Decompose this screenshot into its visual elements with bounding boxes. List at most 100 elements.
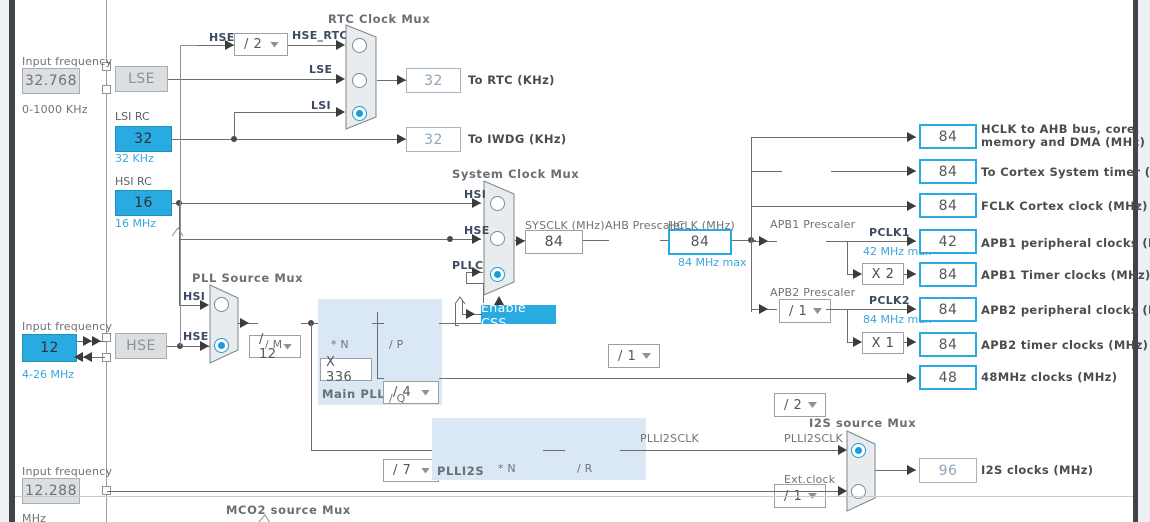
plli2s-n-label: * N bbox=[498, 462, 516, 475]
arrow-hse-in-a bbox=[83, 336, 92, 346]
wire-hclk-to-ahbbus bbox=[751, 137, 916, 138]
arrow-css-in bbox=[466, 309, 475, 319]
plli2s-r-label: / R bbox=[577, 462, 593, 475]
wire-div2-to-rtcmux bbox=[288, 45, 336, 46]
i2s-input-frequency-range: MHz bbox=[22, 512, 47, 522]
arrow-apb2-presc bbox=[759, 304, 768, 314]
arrow-lse-rtcmux bbox=[336, 74, 345, 84]
i2s-input-frequency-field[interactable]: 12.288 bbox=[22, 478, 80, 504]
arrow-hse-in-b bbox=[92, 336, 101, 346]
wire-hse-to-sysmux bbox=[180, 239, 481, 240]
pll-mux-radio-hse[interactable] bbox=[214, 338, 229, 353]
output-apb1-periph-value: 42 bbox=[919, 229, 977, 254]
rtc-mux-radio-lsi[interactable] bbox=[352, 106, 367, 121]
mco2-wire-hop-icon bbox=[258, 514, 270, 522]
apb1-prescaler-combo[interactable]: / 2 bbox=[774, 393, 826, 417]
wire-cortexdiv-to-out bbox=[831, 171, 916, 172]
i2s-mux-radio-plli2sclk[interactable] bbox=[851, 443, 866, 458]
hse-input-frequency-range: 4-26 MHz bbox=[22, 368, 74, 381]
apb2-prescaler-label: APB2 Prescaler bbox=[770, 286, 856, 299]
wire-pllclk-left bbox=[466, 283, 484, 284]
chevron-down-icon bbox=[642, 353, 651, 359]
arrow-fclk bbox=[907, 201, 916, 211]
arrow-css-to-mux bbox=[494, 296, 504, 305]
pll-n-label: * N bbox=[331, 338, 349, 351]
wire-p-to-pllclk bbox=[439, 323, 484, 324]
output-apb1-timer-value: 84 bbox=[919, 262, 977, 287]
chevron-down-icon bbox=[421, 467, 430, 474]
pllmux-input-hsi-label: HSI bbox=[183, 290, 206, 303]
wire-hclk-to-fclk bbox=[751, 206, 916, 207]
chevron-down-icon bbox=[808, 402, 817, 408]
hsi-rc-value-box[interactable]: 16 bbox=[115, 190, 172, 216]
ahb-prescaler-combo[interactable]: / 1 bbox=[608, 344, 660, 368]
output-fclk-value: 84 bbox=[919, 193, 977, 218]
lsi-rc-unit: 32 KHz bbox=[115, 152, 154, 165]
arrow-apb1-presc bbox=[759, 236, 768, 246]
pll-q-label: / Q bbox=[389, 392, 406, 405]
wire-lsi-to-iwdg bbox=[172, 139, 406, 140]
apb1-timer-multiplier: X 2 bbox=[862, 263, 904, 285]
lse-input-frequency-range: 0-1000 KHz bbox=[22, 103, 88, 116]
pll-q-combo[interactable]: / 7 bbox=[383, 459, 439, 482]
rtc-mux-radio-hse-rtc[interactable] bbox=[352, 38, 367, 53]
window-left-border bbox=[9, 0, 15, 522]
wire-pllclk-up2 bbox=[466, 272, 467, 283]
arrow-48mhz bbox=[907, 373, 916, 383]
lse-oscillator-box[interactable]: LSE bbox=[115, 66, 168, 92]
wire-n-split bbox=[377, 312, 378, 378]
cortex-divider-combo[interactable]: / 1 bbox=[779, 299, 831, 323]
chevron-down-icon bbox=[813, 308, 822, 314]
plli2sclk-label: PLLI2SCLK bbox=[640, 432, 699, 445]
sys-mux-radio-hse[interactable] bbox=[490, 231, 505, 246]
wire-hclk-bus-vertical bbox=[751, 137, 752, 312]
cortex-divider-value: / 1 bbox=[789, 303, 808, 319]
window-left-gutter bbox=[0, 0, 9, 522]
clock-configuration-canvas[interactable]: Input frequency 32.768 0-1000 KHz LSE LS… bbox=[0, 0, 1150, 522]
wire-apb2-branch-timer bbox=[847, 309, 848, 342]
rtcmux-input-lse-label: LSE bbox=[309, 63, 333, 76]
pll-n-combo[interactable]: X 336 bbox=[320, 355, 372, 385]
hse-rtc-divider-value: / 2 bbox=[244, 37, 263, 52]
mco2-source-mux-title: MCO2 source Mux bbox=[226, 503, 351, 517]
wire-n-to-q bbox=[377, 378, 384, 379]
chevron-down-icon bbox=[421, 389, 430, 396]
wire-hsi-to-sysmux bbox=[172, 203, 481, 204]
sys-mux-radio-hsi[interactable] bbox=[490, 196, 505, 211]
sys-mux-radio-pllclk[interactable] bbox=[490, 267, 505, 282]
main-pll-title: Main PLL bbox=[322, 387, 386, 401]
hclk-value-box: 84 bbox=[668, 229, 732, 255]
pclk1-label: PCLK1 bbox=[869, 226, 910, 239]
output-hclk-ahb-label: HCLK to AHB bus, core, memory and DMA (M… bbox=[981, 122, 1146, 149]
lsi-rc-value-box[interactable]: 32 bbox=[115, 126, 172, 152]
wire-plli2s-to-i2smux bbox=[620, 450, 841, 451]
wire-apb2-to-pclk2 bbox=[826, 309, 916, 310]
sysmux-input-hse-label: HSE bbox=[464, 224, 490, 237]
window-right-gutter bbox=[1138, 0, 1150, 522]
pin-lse-out bbox=[102, 85, 111, 94]
apb2-timer-multiplier: X 1 bbox=[862, 332, 904, 354]
rtc-mux-radio-lse[interactable] bbox=[352, 73, 367, 88]
hse-rtc-output-label: HSE_RTC bbox=[292, 29, 348, 42]
output-apb1-periph-label: APB1 peripheral clocks (MHz) bbox=[981, 236, 1150, 250]
lse-input-frequency-field[interactable]: 32.768 bbox=[22, 68, 80, 94]
arrow-rtc-out bbox=[397, 75, 406, 85]
hse-input-frequency-caption: Input frequency bbox=[22, 320, 113, 333]
junction-hse-sysmux bbox=[447, 236, 453, 242]
i2s-source-mux-shape[interactable] bbox=[846, 430, 876, 512]
hse-oscillator-box[interactable]: HSE bbox=[115, 333, 167, 359]
i2s-source-mux-title: I2S source Mux bbox=[809, 416, 917, 430]
hse-rtc-divider-combo[interactable]: / 2 bbox=[234, 33, 288, 56]
arrow-pllmux-m bbox=[240, 318, 249, 328]
pll-m-label: / M bbox=[265, 338, 283, 351]
arrow-hse-fb-b bbox=[83, 352, 92, 362]
output-apb2-periph-label: APB2 peripheral clocks (MHz) bbox=[981, 303, 1150, 317]
hse-input-frequency-field[interactable]: 12 bbox=[22, 334, 77, 362]
arrow-iwdg-out bbox=[397, 134, 406, 144]
arrow-lsi-rtcmux bbox=[336, 107, 345, 117]
enable-css-button[interactable]: Enable CSS bbox=[481, 300, 556, 330]
pll-mux-radio-hsi[interactable] bbox=[214, 297, 229, 312]
arrow-cortex-timer bbox=[907, 166, 916, 176]
wire-sysclk-to-ahb bbox=[583, 240, 609, 241]
wire-n-to-p bbox=[372, 323, 384, 324]
